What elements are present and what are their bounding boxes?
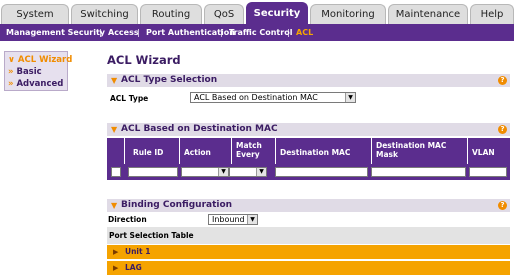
subnav-management-security[interactable]: Management Security <box>6 24 105 41</box>
destination-mac-input[interactable] <box>275 167 368 177</box>
tab-qos[interactable]: QoS <box>204 4 244 24</box>
port-group-unit-1[interactable]: ▶ Unit 1 <box>107 245 510 259</box>
tab-routing[interactable]: Routing <box>140 4 202 24</box>
expand-arrow-icon: ▶ <box>113 248 119 256</box>
subnav-separator: | <box>99 28 102 37</box>
sidebar-item-label: ACL Wizard <box>17 55 73 65</box>
select-value: ACL Based on Destination MAC <box>194 93 318 102</box>
help-icon[interactable]: ? <box>498 76 507 85</box>
match-every-select[interactable]: ▼ <box>229 167 267 177</box>
subnav-traffic-control[interactable]: Traffic Control <box>229 24 292 41</box>
dropdown-arrow-icon: ▼ <box>218 168 228 176</box>
subnav-separator: | <box>287 28 290 37</box>
collapse-arrow-icon: ▼ <box>111 201 118 210</box>
sidebar-item-basic[interactable]: » Basic <box>8 66 42 78</box>
sidebar-item-label: Advanced <box>16 79 64 89</box>
expand-arrow-icon: ▶ <box>113 264 119 272</box>
panel-title: ACL Type Selection <box>121 75 218 85</box>
acl-type-label: ACL Type <box>110 94 149 103</box>
tab-security[interactable]: Security <box>246 2 308 24</box>
panel-header-acl-type[interactable]: ▼ ACL Type Selection ? <box>107 74 510 87</box>
subnav-separator: | <box>137 28 140 37</box>
row-checkbox[interactable] <box>111 167 121 177</box>
subnav-acl[interactable]: ACL <box>296 24 313 41</box>
panel-header-destination-mac[interactable]: ▼ ACL Based on Destination MAC ? <box>107 123 510 136</box>
page-title: ACL Wizard <box>107 53 181 67</box>
sidebar-menu: ∨ ACL Wizard » Basic » Advanced <box>4 51 72 91</box>
column-header-match-every: Match Every <box>232 138 276 164</box>
rule-id-input[interactable] <box>128 167 178 177</box>
chevron-right-icon: » <box>8 79 14 89</box>
sidebar-item-acl-wizard[interactable]: ∨ ACL Wizard <box>8 54 72 66</box>
tab-system[interactable]: System <box>1 4 69 24</box>
panel-title: ACL Based on Destination MAC <box>121 124 278 134</box>
sidebar-item-label: Basic <box>16 67 42 77</box>
tab-help[interactable]: Help <box>470 4 514 24</box>
port-group-label: Unit 1 <box>125 247 151 256</box>
direction-row: Direction Inbound ▼ <box>107 213 510 226</box>
help-icon[interactable]: ? <box>498 201 507 210</box>
column-header-rule-id: Rule ID <box>125 138 180 164</box>
dropdown-arrow-icon: ▼ <box>256 168 266 176</box>
port-selection-table-header: Port Selection Table <box>107 227 510 244</box>
select-value: Inbound <box>212 215 245 224</box>
sidebar-item-advanced[interactable]: » Advanced <box>8 78 63 90</box>
dropdown-arrow-icon: ▼ <box>345 93 355 102</box>
column-header-destination-mac: Destination MAC <box>276 138 372 164</box>
panel-header-binding[interactable]: ▼ Binding Configuration ? <box>107 199 510 212</box>
destination-mac-mask-input[interactable] <box>371 167 466 177</box>
column-header-vlan: VLAN <box>472 148 495 157</box>
port-selection-table-label: Port Selection Table <box>109 231 194 240</box>
rules-table-header: Rule ID Action Match Every Destination M… <box>107 138 510 164</box>
acl-type-select[interactable]: ACL Based on Destination MAC ▼ <box>190 92 356 103</box>
direction-select[interactable]: Inbound ▼ <box>208 214 258 225</box>
chevron-right-icon: » <box>8 67 14 77</box>
top-navigation: System Switching Routing QoS Security Mo… <box>0 0 514 24</box>
port-group-label: LAG <box>125 263 142 272</box>
subnav-separator: | <box>220 28 223 37</box>
select-column-header <box>107 138 125 164</box>
collapse-arrow-icon: ▼ <box>111 76 118 85</box>
port-group-lag[interactable]: ▶ LAG <box>107 261 510 275</box>
collapse-arrow-icon: ▼ <box>111 125 118 134</box>
column-header-destination-mac-mask: Destination MAC Mask <box>372 138 468 164</box>
tab-switching[interactable]: Switching <box>71 4 138 24</box>
table-row: ▼ ▼ <box>107 164 510 180</box>
direction-label: Direction <box>108 215 147 224</box>
chevron-down-icon: ∨ <box>8 55 15 65</box>
column-header-action: Action <box>180 138 232 164</box>
panel-title: Binding Configuration <box>121 200 233 210</box>
subnav-access[interactable]: Access <box>108 24 139 41</box>
tab-maintenance[interactable]: Maintenance <box>388 4 468 24</box>
action-select[interactable]: ▼ <box>181 167 229 177</box>
help-icon[interactable]: ? <box>498 125 507 134</box>
sub-navigation: Management Security | Access | Port Auth… <box>0 24 514 41</box>
dropdown-arrow-icon: ▼ <box>247 215 257 224</box>
tab-monitoring[interactable]: Monitoring <box>310 4 386 24</box>
vlan-input[interactable] <box>469 167 507 177</box>
